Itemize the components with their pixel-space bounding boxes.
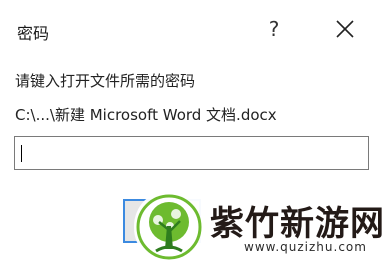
help-button[interactable]: ? <box>262 14 286 44</box>
window-title: 密码 <box>17 24 50 43</box>
close-icon <box>336 20 354 38</box>
title-bar: 密码 ? <box>0 0 384 58</box>
watermark-site-name: 紫竹新游网 <box>210 204 384 244</box>
bamboo-tree-logo-icon <box>136 194 202 260</box>
text-caret <box>21 145 22 162</box>
file-path-label: C:\...\新建 Microsoft Word 文档.docx <box>15 106 277 124</box>
watermark: 紫竹新游网 www.quzizhu.com <box>134 190 384 264</box>
close-button[interactable] <box>330 14 360 44</box>
password-input[interactable] <box>14 136 369 170</box>
watermark-url: www.quzizhu.com <box>244 240 367 254</box>
password-prompt-label: 请键入打开文件所需的密码 <box>15 72 196 90</box>
